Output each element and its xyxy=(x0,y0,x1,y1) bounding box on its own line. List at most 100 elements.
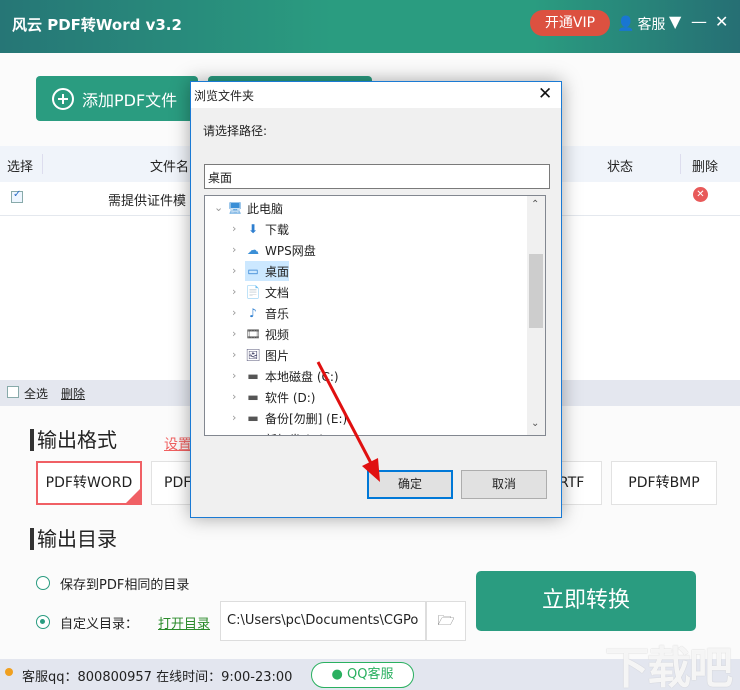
header-status: 状态 xyxy=(607,160,634,175)
cancel-button[interactable]: 取消 xyxy=(461,470,547,499)
drive-icon: ▬ xyxy=(247,390,259,404)
plus-circle-icon xyxy=(52,87,74,110)
tree-item[interactable]: ▬ 备份[勿删] (E:) xyxy=(245,408,347,428)
add-pdf-label: 添加PDF文件 xyxy=(82,90,178,110)
drive-icon: ▬ xyxy=(247,369,259,383)
tree-item-label: 新加卷 (F:) xyxy=(265,431,324,436)
tree-scrollbar[interactable]: ⌃ ⌄ xyxy=(527,196,545,435)
music-icon: ♪ xyxy=(249,306,257,320)
expand-chevron-right-icon[interactable]: › xyxy=(232,390,236,403)
radio-custom-dir[interactable] xyxy=(36,615,50,629)
dialog-close-icon[interactable]: ✕ xyxy=(538,84,552,104)
desktop-icon: ▭ xyxy=(247,264,259,278)
tree-item[interactable]: ☁ WPS网盘 xyxy=(245,240,316,260)
output-path-input[interactable]: C:\Users\pc\Documents\CGPo xyxy=(220,601,426,641)
row-checkbox[interactable] xyxy=(11,189,23,203)
tree-item-label: 下载 xyxy=(265,222,290,237)
tree-item-label: 桌面 xyxy=(265,264,290,279)
qq-service-label: QQ客服 xyxy=(347,667,394,682)
video-icon: 🎞 xyxy=(245,327,261,341)
tree-item[interactable]: 🖼 图片 xyxy=(245,345,289,365)
tree-item[interactable]: ▬ 新加卷 (F:) xyxy=(245,429,324,436)
expand-chevron-down-icon[interactable]: ⌄ xyxy=(214,201,223,214)
expand-chevron-right-icon[interactable]: › xyxy=(232,432,236,435)
scrollbar-thumb[interactable] xyxy=(529,254,543,328)
qq-service-button[interactable]: ● QQ客服 xyxy=(311,662,414,688)
dialog-prompt: 请选择路径: xyxy=(203,124,268,138)
tree-item[interactable]: 🎞 视频 xyxy=(245,324,289,344)
picture-icon: 🖼 xyxy=(245,348,261,362)
expand-chevron-right-icon[interactable]: › xyxy=(232,264,236,277)
expand-chevron-right-icon[interactable]: › xyxy=(232,222,236,235)
scroll-up-icon[interactable]: ⌃ xyxy=(531,199,539,210)
tree-item[interactable]: ▬ 软件 (D:) xyxy=(245,387,315,407)
column-divider xyxy=(42,154,43,174)
format-pdf-to-word[interactable]: PDF转WORD ✓ xyxy=(36,461,142,505)
drive-icon: ▬ xyxy=(245,432,261,435)
format-label: PDF转BMP xyxy=(628,475,700,491)
expand-chevron-right-icon[interactable]: › xyxy=(232,348,236,361)
browse-folder-button[interactable]: 🗁 xyxy=(426,601,466,641)
custom-dir-label: 自定义目录： xyxy=(60,617,139,632)
settings-link[interactable]: 设置 xyxy=(164,434,192,454)
close-icon[interactable]: ✕ xyxy=(715,12,728,31)
app-title: 风云 PDF转Word v3.2 xyxy=(12,16,182,34)
expand-chevron-right-icon[interactable]: › xyxy=(232,306,236,319)
service-info: 客服qq：800800957 在线时间：9:00-23:00 xyxy=(22,670,293,685)
tree-item[interactable]: ♪ 音乐 xyxy=(245,303,289,323)
select-all-checkbox[interactable] xyxy=(7,386,19,398)
format-pdf-to-bmp[interactable]: PDF转BMP xyxy=(611,461,717,505)
tree-item[interactable]: ▬ 本地磁盘 (C:) xyxy=(245,366,338,386)
tree-item-label: 视频 xyxy=(265,327,290,342)
expand-chevron-right-icon[interactable]: › xyxy=(232,369,236,382)
delete-link[interactable]: 删除 xyxy=(61,385,85,402)
online-dot-icon xyxy=(5,668,13,676)
tree-item-label: 此电脑 xyxy=(247,201,284,216)
tree-item[interactable]: ⬇ 下载 xyxy=(245,219,289,239)
format-label: RTF xyxy=(559,475,585,491)
folder-tree: ⌄ 🖥 此电脑 › ⬇ 下载 › ☁ WPS网盘 › ▭ 桌面 › 📄 文档 › ♪ 音乐 › 🎞 视频 › 🖼 图片 › ▬ 本地… xyxy=(204,195,546,436)
header-filename: 文件名 xyxy=(150,160,190,175)
menu-icon[interactable]: ▼ xyxy=(669,12,681,31)
scroll-down-icon[interactable]: ⌄ xyxy=(531,418,539,429)
convert-button[interactable]: 立即转换 xyxy=(476,571,696,631)
qq-icon: ● xyxy=(331,667,343,682)
tree-item[interactable]: ▭ 桌面 xyxy=(245,261,290,281)
tree-item[interactable]: 🖥 此电脑 xyxy=(227,198,283,218)
add-pdf-button[interactable]: 添加PDF文件 xyxy=(36,76,198,121)
expand-chevron-right-icon[interactable]: › xyxy=(232,327,236,340)
same-dir-label: 保存到PDF相同的目录 xyxy=(60,578,190,593)
customer-service-button[interactable]: 👤 客服 xyxy=(617,14,665,34)
dialog-titlebar: 浏览文件夹 ✕ xyxy=(191,82,561,108)
minimize-icon[interactable]: — xyxy=(691,12,707,31)
vip-button[interactable]: 开通VIP xyxy=(530,10,610,36)
tree-item[interactable]: 📄 文档 xyxy=(245,282,290,302)
header-select: 选择 xyxy=(7,160,34,175)
tree-item-label: WPS网盘 xyxy=(265,243,316,258)
tree-item-label: 图片 xyxy=(265,348,290,363)
dialog-title: 浏览文件夹 xyxy=(194,89,255,103)
dialog-path-input[interactable]: 桌面 xyxy=(204,164,550,189)
folder-icon: 🗁 xyxy=(437,613,455,629)
select-all-label[interactable]: 全选 xyxy=(24,385,48,402)
tree-item-label: 文档 xyxy=(265,285,290,300)
user-icon: 👤 xyxy=(617,16,635,32)
tree-item-label: 音乐 xyxy=(265,306,290,321)
output-dir-title: 输出目录 xyxy=(30,528,117,550)
download-icon: ⬇ xyxy=(247,222,259,236)
expand-chevron-right-icon[interactable]: › xyxy=(232,243,236,256)
tree-item-label: 软件 (D:) xyxy=(265,390,316,405)
drive-icon: ▬ xyxy=(247,411,259,425)
ok-button[interactable]: 确定 xyxy=(367,470,453,499)
output-format-title: 输出格式 xyxy=(30,429,117,451)
delete-row-icon[interactable]: ✕ xyxy=(693,187,708,202)
computer-icon: 🖥 xyxy=(227,201,243,215)
title-bar: 风云 PDF转Word v3.2 开通VIP 👤 客服 ▼ — ✕ xyxy=(0,0,740,53)
expand-chevron-right-icon[interactable]: › xyxy=(232,411,236,424)
expand-chevron-right-icon[interactable]: › xyxy=(232,285,236,298)
column-divider xyxy=(680,154,681,174)
open-dir-link[interactable]: 打开目录 xyxy=(158,613,210,632)
format-label: PDF转WORD xyxy=(45,475,133,491)
radio-same-dir[interactable] xyxy=(36,576,50,590)
header-delete: 删除 xyxy=(692,160,719,175)
